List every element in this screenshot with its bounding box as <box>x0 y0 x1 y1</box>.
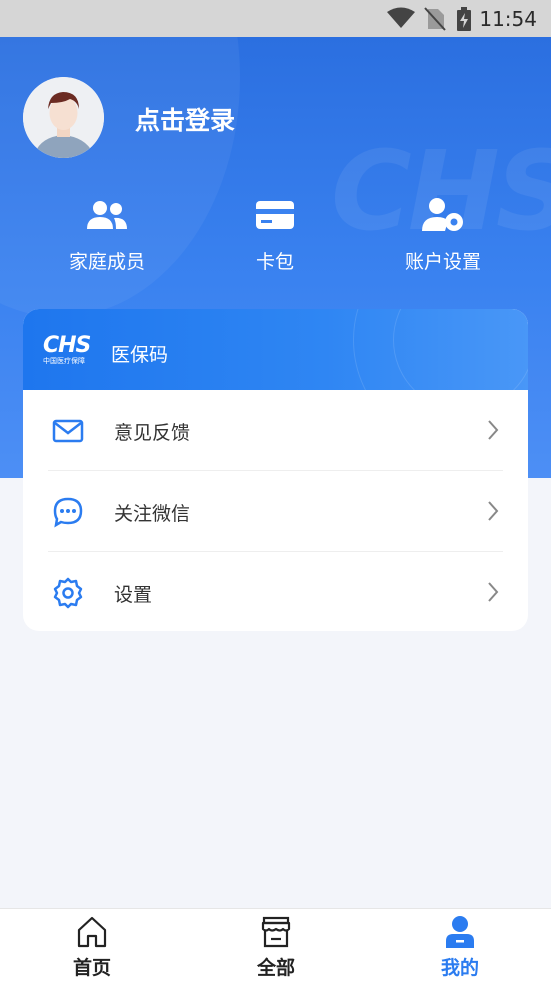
status-time: 11:54 <box>479 7 537 31</box>
no-sim-icon <box>424 7 446 31</box>
chs-logo: CHS 中国医疗保障 <box>43 333 91 366</box>
quick-action-label: 卡包 <box>255 251 294 273</box>
menu-item-label: 意见反馈 <box>114 422 191 444</box>
tab-mine[interactable]: 我的 <box>368 909 551 982</box>
tab-label: 我的 <box>440 957 479 979</box>
menu-item-label: 关注微信 <box>114 503 191 525</box>
account-settings-icon <box>422 198 463 231</box>
battery-icon <box>457 7 471 31</box>
banner-decoration <box>393 309 528 390</box>
family-members-icon <box>87 201 127 229</box>
chat-bubble-icon <box>53 497 83 528</box>
wifi-icon <box>387 7 415 28</box>
store-icon <box>261 916 291 948</box>
menu-item-label: 设置 <box>114 584 153 606</box>
insurance-code-banner[interactable]: CHS 中国医疗保障 医保码 <box>23 309 528 390</box>
tab-home[interactable]: 首页 <box>0 909 184 982</box>
card-wallet-icon <box>256 201 294 229</box>
menu-item-follow-wechat[interactable]: 关注微信 <box>23 471 528 551</box>
quick-action-card-wallet[interactable]: 卡包 <box>191 195 359 274</box>
tab-label: 首页 <box>72 957 111 979</box>
insurance-code-title: 医保码 <box>111 344 169 366</box>
login-prompt[interactable]: 点击登录 <box>135 101 235 137</box>
avatar[interactable] <box>23 77 104 158</box>
quick-action-label: 家庭成员 <box>68 251 145 273</box>
gear-icon <box>53 577 83 609</box>
service-card: CHS 中国医疗保障 医保码 意见反馈 关注微信 设置 <box>23 309 528 631</box>
chevron-right-icon <box>488 420 499 440</box>
menu-item-settings[interactable]: 设置 <box>23 552 528 631</box>
header-decoration <box>0 37 240 317</box>
default-avatar-icon <box>23 77 104 158</box>
menu-item-feedback[interactable]: 意见反馈 <box>23 390 528 470</box>
bottom-nav: 首页 全部 我的 <box>0 908 551 982</box>
chevron-right-icon <box>488 501 499 521</box>
quick-action-family[interactable]: 家庭成员 <box>23 195 191 274</box>
quick-action-account-settings[interactable]: 账户设置 <box>359 195 527 274</box>
tab-label: 全部 <box>256 957 295 979</box>
mail-icon <box>52 419 84 443</box>
status-bar: 11:54 <box>0 0 551 37</box>
user-icon <box>446 916 474 948</box>
chevron-right-icon <box>488 582 499 602</box>
tab-all[interactable]: 全部 <box>184 909 368 982</box>
home-icon <box>77 916 107 948</box>
quick-action-label: 账户设置 <box>404 251 481 273</box>
